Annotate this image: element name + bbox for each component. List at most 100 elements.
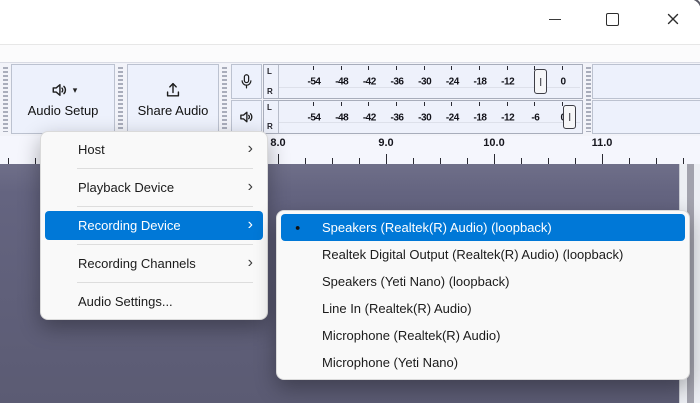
meter-tick [341, 66, 342, 70]
meter-scale-label: -24 [446, 112, 459, 123]
audacity-window: ▾ Audio Setup Share Audio [0, 0, 700, 403]
playback-meter[interactable]: L R -54-48-42-36-30-24-18-12-60 [263, 100, 583, 134]
minimize-button[interactable] [539, 6, 571, 32]
menu-item-label: Microphone (Realtek(R) Audio) [322, 328, 500, 343]
audio-setup-button[interactable]: ▾ Audio Setup [11, 64, 115, 134]
meter-scale-label: -18 [474, 112, 487, 123]
meter-tick [534, 102, 535, 106]
playback-meter-button[interactable] [231, 100, 262, 134]
toolbar-grip[interactable] [118, 67, 123, 132]
submenu-arrow-icon: › [248, 141, 253, 159]
toolbar-empty-slot [592, 100, 700, 134]
menu-item-speakers-yeti-nano-loopback[interactable]: Speakers (Yeti Nano) (loopback) [281, 268, 685, 295]
menu-item-microphone-yeti-nano[interactable]: Microphone (Yeti Nano) [281, 349, 685, 376]
share-audio-button[interactable]: Share Audio [127, 64, 219, 134]
meter-divider [278, 65, 279, 98]
meter-scale-label: -54 [308, 77, 321, 88]
menu-item-recording-device[interactable]: Recording Device › [45, 211, 263, 240]
close-button[interactable] [657, 6, 689, 32]
meter-tick [507, 66, 508, 70]
meter-tick [313, 102, 314, 106]
meter-tick [341, 102, 342, 106]
meter-scale-label: -36 [391, 77, 404, 88]
meter-tick [424, 102, 425, 106]
meter-channel-label: R [267, 123, 273, 131]
speaker-icon [237, 108, 256, 126]
recording-meter[interactable]: L R -54-48-42-36-30-24-18-120 [263, 64, 583, 99]
share-upload-icon [163, 80, 183, 100]
meter-tick [424, 66, 425, 70]
toolbar-grip[interactable] [222, 67, 227, 132]
window-rounded-corner [687, 0, 700, 13]
menu-item-host[interactable]: Host › [45, 135, 263, 164]
meter-channel-label: L [267, 104, 272, 112]
toolbar-grip[interactable] [586, 67, 591, 132]
audio-setup-label: Audio Setup [28, 103, 99, 118]
meter-tick [313, 66, 314, 70]
submenu-arrow-icon: › [248, 179, 253, 197]
meter-scale-label: -12 [501, 77, 514, 88]
menu-item-label: Playback Device [78, 180, 174, 195]
ruler-time-label: 10.0 [483, 137, 504, 149]
menu-item-label: Realtek Digital Output (Realtek(R) Audio… [322, 247, 623, 262]
microphone-icon [238, 72, 255, 91]
menu-item-recording-channels[interactable]: Recording Channels› [45, 249, 263, 278]
meter-channel-label: L [267, 68, 272, 76]
menu-item-speakers-realtek-loopback[interactable]: ●Speakers (Realtek(R) Audio) (loopback) [281, 214, 685, 241]
meter-scale-label: -18 [474, 77, 487, 88]
meter-scale-label: -24 [446, 77, 459, 88]
meter-tick [507, 102, 508, 106]
menubar-strip [0, 45, 700, 62]
menu-item-label: Microphone (Yeti Nano) [322, 355, 458, 370]
meter-tick [451, 66, 452, 70]
meter-tick [396, 66, 397, 70]
maximize-button[interactable] [596, 6, 628, 32]
meter-scale-label: -54 [308, 112, 321, 123]
meter-scale-label: -30 [418, 112, 431, 123]
menu-item-audio-settings[interactable]: Audio Settings... [45, 287, 263, 316]
meter-scale-label: -30 [418, 77, 431, 88]
dropdown-caret-icon: ▾ [73, 86, 78, 95]
menu-item-playback-device[interactable]: Playback Device › [45, 173, 263, 202]
toolbar: ▾ Audio Setup Share Audio [0, 62, 700, 136]
toolbar-grip[interactable] [3, 67, 8, 132]
ruler-time-label: 9.0 [378, 137, 393, 149]
record-meter-button[interactable] [231, 64, 262, 99]
speaker-icon [49, 80, 70, 100]
ruler-tick [386, 154, 387, 164]
meter-scale-label: -42 [363, 112, 376, 123]
meter-scale-label: -6 [531, 112, 539, 123]
menu-item-realtek-digital-output-loopback[interactable]: Realtek Digital Output (Realtek(R) Audio… [281, 241, 685, 268]
menu-item-label: Speakers (Realtek(R) Audio) (loopback) [322, 220, 552, 235]
meter-tick [479, 102, 480, 106]
recording-gain-slider[interactable] [534, 69, 547, 94]
close-icon [666, 12, 680, 26]
submenu-arrow-icon: › [248, 255, 253, 273]
submenu-arrow-icon: › [248, 217, 253, 235]
menu-item-line-in-realtek[interactable]: Line In (Realtek(R) Audio) [281, 295, 685, 322]
meter-scale-label: -42 [363, 77, 376, 88]
ruler-tick [494, 154, 495, 164]
menu-separator [77, 244, 253, 245]
audio-setup-menu: Host›Playback Device›Recording Device›Re… [40, 131, 268, 320]
meter-tick [368, 66, 369, 70]
meter-tick [368, 102, 369, 106]
meter-tick [396, 102, 397, 106]
ruler-time-label: 8.0 [270, 137, 285, 149]
menu-separator [77, 282, 253, 283]
meter-scale-label: -48 [335, 77, 348, 88]
share-audio-label: Share Audio [138, 103, 209, 118]
menu-item-label: Host [78, 142, 105, 157]
meter-divider [278, 101, 279, 133]
meter-scale-label: -36 [391, 112, 404, 123]
meter-channel-label: R [267, 88, 273, 96]
maximize-icon [606, 13, 619, 26]
minimize-icon [549, 19, 561, 20]
ruler-tick [278, 154, 279, 164]
titlebar[interactable] [0, 0, 700, 45]
menu-item-microphone-realtek[interactable]: Microphone (Realtek(R) Audio) [281, 322, 685, 349]
meter-tick [451, 102, 452, 106]
playback-volume-slider[interactable] [563, 105, 576, 129]
menu-item-label: Audio Settings... [78, 294, 173, 309]
menu-item-label: Recording Device [78, 218, 181, 233]
